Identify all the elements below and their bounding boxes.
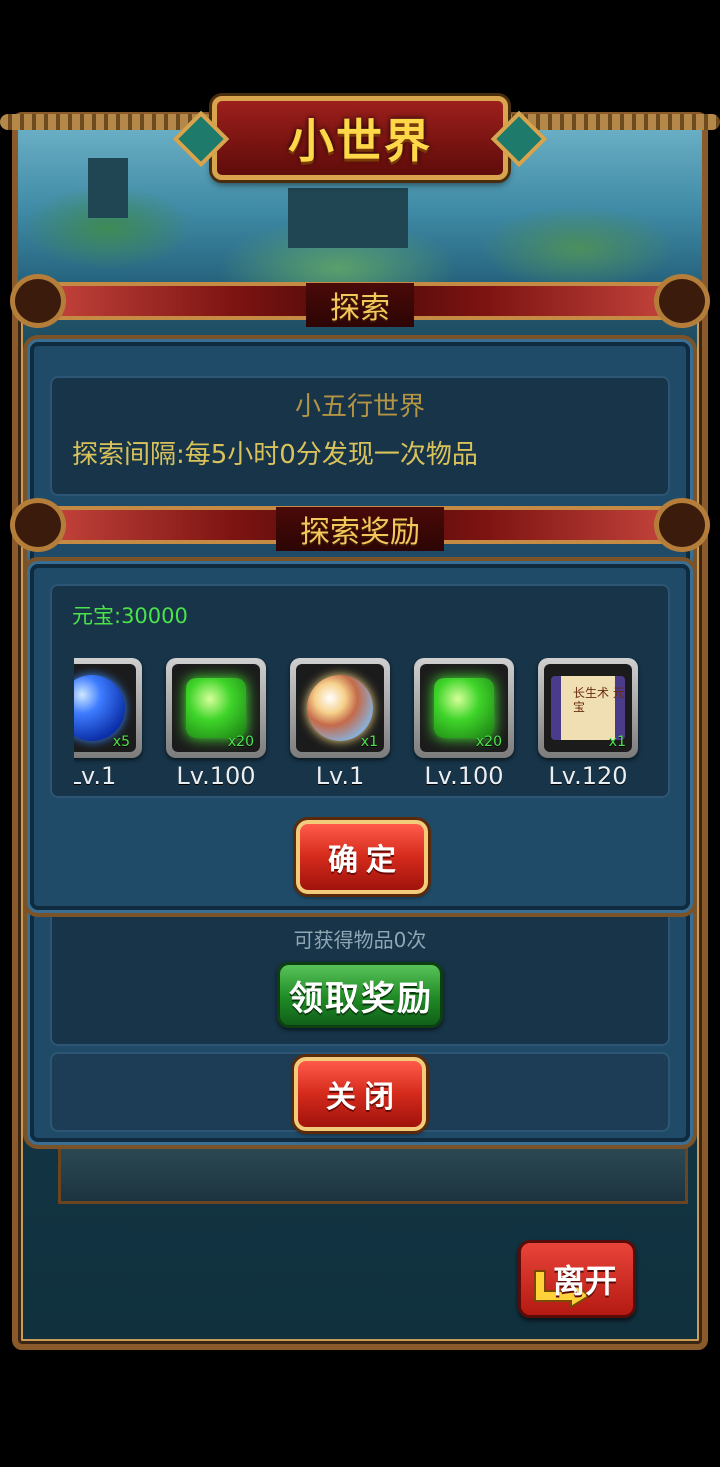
scroll-ornament-icon [654,498,710,552]
background-building [58,1144,688,1204]
explore-interval: 探索间隔:每5小时0分发现一次物品 [72,440,478,470]
world-name: 小五行世界 [294,392,425,422]
close-button[interactable]: 关闭 [294,1057,426,1131]
scroll-ornament-icon [654,274,710,328]
reward-item[interactable]: x20 Lv.100 [414,658,514,790]
leave-button[interactable]: 离开 [518,1240,636,1318]
reward-item[interactable]: x5 Lv.1 [74,658,142,790]
green-gem-icon [186,678,246,738]
reward-header: 探索奖励 [276,507,444,551]
item-quantity: x20 [227,734,254,750]
item-level: Lv.100 [176,762,256,790]
reward-dialog: 元宝:30000 x5 Lv.1 x20 Lv.100 x1 Lv.1 x20 … [30,564,690,910]
item-level: Lv.120 [548,762,628,790]
item-level: Lv.1 [74,762,117,790]
currency-yuanbao: 元宝:30000 [72,604,188,628]
reward-item[interactable]: 长生术 元宝 x1 Lv.120 [538,658,638,790]
scroll-text: 长生术 元宝 [573,686,625,714]
explore-header: 探索 [306,283,414,327]
item-quantity: x5 [112,734,130,750]
item-quantity: x20 [475,734,502,750]
rainbow-pearl-icon [307,675,373,741]
explore-info-box: 小五行世界 探索间隔:每5小时0分发现一次物品 [50,376,670,496]
item-quantity: x1 [608,734,626,750]
reward-item[interactable]: x20 Lv.100 [166,658,266,790]
item-quantity: x1 [360,734,378,750]
scroll-icon: 长生术 元宝 [551,676,625,740]
reward-item[interactable]: x1 Lv.1 [290,658,390,790]
blue-orb-icon [74,675,125,741]
scroll-ornament-icon [10,498,66,552]
reward-items-list[interactable]: x5 Lv.1 x20 Lv.100 x1 Lv.1 x20 Lv.100 长生… [74,658,646,798]
item-level: Lv.100 [424,762,504,790]
scroll-ornament-icon [10,274,66,328]
item-level: Lv.1 [315,762,365,790]
page-title: 小世界 [288,114,432,168]
reward-banner: 探索奖励 [10,492,710,552]
confirm-button[interactable]: 确定 [296,820,428,894]
explore-banner: 探索 [10,268,710,328]
reward-items-box: 元宝:30000 x5 Lv.1 x20 Lv.100 x1 Lv.1 x20 … [50,584,670,798]
title-plaque: 小世界 [172,96,548,180]
green-gem-icon [434,678,494,738]
leave-label: 离开 [552,1262,617,1300]
available-count-text: 可获得物品0次 [293,928,427,952]
claim-reward-button[interactable]: 领取奖励 [277,962,443,1028]
